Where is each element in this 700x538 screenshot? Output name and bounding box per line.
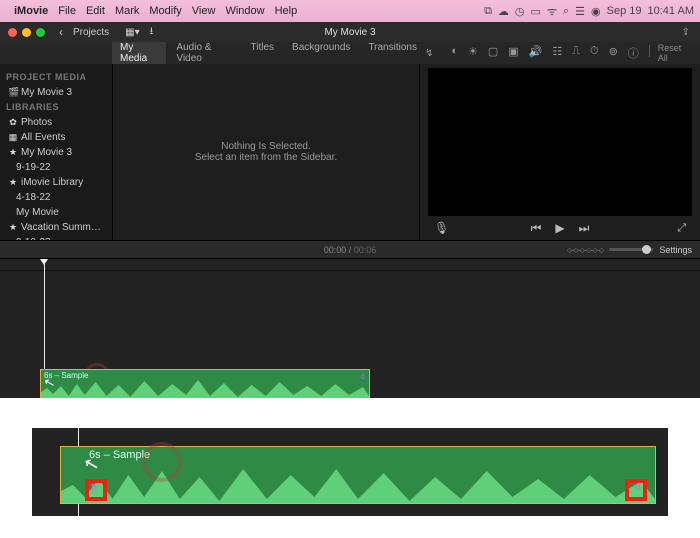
media-tabs: My Media Audio & Video Titles Background…: [112, 39, 425, 67]
menu-window[interactable]: Window: [225, 5, 264, 17]
play-button-icon[interactable]: ▶: [555, 221, 564, 235]
grid-icon: ▦: [8, 132, 18, 143]
star-icon: ★: [8, 222, 18, 233]
timecode: 00:00 / 00:06: [0, 245, 700, 255]
media-toolbar: My Media Audio & Video Titles Background…: [0, 42, 700, 64]
time-current: 00:00: [324, 245, 347, 255]
preview-panel: 🎙 ⏮ ▶ ⏭ ⤢: [420, 64, 700, 240]
sidebar-item-lib2b[interactable]: My Movie: [4, 205, 108, 220]
clock-icon[interactable]: ◷: [515, 5, 525, 18]
sync-icon[interactable]: ☁: [498, 5, 509, 18]
color-correction-icon[interactable]: ☀: [468, 45, 478, 61]
crop-icon[interactable]: ▢: [488, 45, 498, 61]
status-time[interactable]: 10:41 AM: [648, 5, 694, 17]
timeline[interactable]: 6s – Sample d ↖: [0, 258, 700, 398]
sidebar-item-project[interactable]: 🎬My Movie 3: [4, 85, 108, 100]
traffic-lights: [8, 28, 45, 37]
tab-titles[interactable]: Titles: [243, 39, 283, 67]
siri-icon[interactable]: ◉: [591, 5, 601, 18]
sidebar-item-photos[interactable]: ✿Photos: [4, 115, 108, 130]
menu-view[interactable]: View: [192, 5, 216, 17]
info-icon[interactable]: ⓘ: [628, 45, 639, 61]
library-icon[interactable]: ▦▾: [125, 27, 139, 38]
inset-right-mark: d: [635, 481, 641, 493]
zoom-icon[interactable]: [36, 28, 45, 37]
voiceover-icon[interactable]: 🎙: [434, 221, 449, 235]
equalizer-icon[interactable]: ⎍: [572, 45, 580, 61]
back-chevron-icon[interactable]: ‹: [59, 25, 63, 39]
timeline-ruler[interactable]: [0, 259, 700, 271]
time-total: 00:06: [354, 245, 377, 255]
control-center-icon[interactable]: ☰: [575, 5, 585, 18]
tab-audio-video[interactable]: Audio & Video: [168, 39, 240, 67]
menu-modify[interactable]: Modify: [149, 5, 181, 17]
imovie-window: ‹ Projects ▦▾ ⭳ My Movie 3 ⇪ My Media Au…: [0, 22, 700, 398]
speed-icon[interactable]: ⏱: [590, 45, 599, 61]
clapper-icon: 🎬: [8, 87, 18, 98]
display-icon[interactable]: ▭: [531, 5, 541, 18]
star-icon: ★: [8, 147, 18, 158]
sidebar-item-lib2[interactable]: ★iMovie Library: [4, 175, 108, 190]
stabilize-icon[interactable]: ▣: [508, 45, 518, 61]
media-browser: Nothing Is Selected. Select an item from…: [112, 64, 420, 240]
filter-icon[interactable]: ⊚: [609, 45, 618, 61]
import-icon[interactable]: ⭳: [150, 24, 154, 41]
sidebar-header-project: PROJECT MEDIA: [6, 72, 108, 82]
search-icon[interactable]: ⌕: [563, 5, 569, 18]
preview-controls: 🎙 ⏮ ▶ ⏭ ⤢: [420, 216, 700, 240]
main-panels: PROJECT MEDIA 🎬My Movie 3 LIBRARIES ✿Pho…: [0, 64, 700, 240]
waveform-icon: [41, 376, 369, 398]
adjustment-tools: ◐ ☀ ▢ ▣ 🔊 ☷ ⎍ ⏱ ⊚ ⓘ: [451, 45, 649, 61]
zoom-inset: 6s – Sample p d ↖: [0, 398, 700, 538]
sidebar-item-lib3[interactable]: ★Vacation Summer 2022: [4, 220, 108, 235]
reset-all-button[interactable]: Reset All: [658, 43, 692, 63]
menu-app[interactable]: iMovie: [14, 5, 48, 17]
window-titlebar: ‹ Projects ▦▾ ⭳ My Movie 3 ⇪: [0, 22, 700, 42]
sidebar-item-lib2a[interactable]: 4-18-22: [4, 190, 108, 205]
tab-backgrounds[interactable]: Backgrounds: [284, 39, 358, 67]
inset-click-indicator: [142, 442, 182, 482]
zoom-slider[interactable]: [609, 248, 653, 251]
sidebar-item-allevents[interactable]: ▦All Events: [4, 130, 108, 145]
library-sidebar: PROJECT MEDIA 🎬My Movie 3 LIBRARIES ✿Pho…: [0, 64, 112, 240]
menu-edit[interactable]: Edit: [86, 5, 105, 17]
menu-file[interactable]: File: [58, 5, 76, 17]
color-balance-icon[interactable]: ◐: [451, 45, 458, 61]
menu-help[interactable]: Help: [275, 5, 298, 17]
status-icons: ⧉ ☁ ◷ ▭ ᯤ ⌕ ☰ ◉ Sep 19 10:41 AM: [484, 4, 694, 19]
wifi-icon[interactable]: ᯤ: [547, 4, 557, 19]
preview-viewer[interactable]: [428, 68, 692, 216]
prev-button-icon[interactable]: ⏮: [531, 221, 542, 236]
tab-my-media[interactable]: My Media: [112, 39, 166, 67]
inset-left-mark: p: [91, 481, 97, 493]
status-date[interactable]: Sep 19: [607, 5, 642, 17]
magic-wand-icon[interactable]: ↯: [425, 48, 433, 59]
inset-frame: 6s – Sample p d ↖: [32, 428, 668, 516]
recording-icon[interactable]: ⧉: [484, 5, 492, 18]
share-icon[interactable]: ⇪: [682, 27, 690, 38]
separator: [649, 45, 650, 57]
star-icon: ★: [8, 177, 18, 188]
macos-menubar: iMovie File Edit Mark Modify View Window…: [0, 0, 700, 22]
audio-clip[interactable]: 6s – Sample d: [40, 369, 370, 399]
close-icon[interactable]: [8, 28, 17, 37]
menu-mark[interactable]: Mark: [115, 5, 139, 17]
app-menu: iMovie File Edit Mark Modify View Window…: [14, 5, 297, 17]
next-button-icon[interactable]: ⏭: [579, 221, 590, 236]
volume-icon[interactable]: 🔊: [529, 45, 543, 61]
timeline-header: 00:00 / 00:06 ○-○-○-○-○-○ Settings: [0, 240, 700, 258]
photos-icon: ✿: [8, 117, 18, 128]
noise-icon[interactable]: ☷: [552, 45, 562, 61]
browser-empty-title: Nothing Is Selected.: [221, 141, 311, 152]
sidebar-item-lib1[interactable]: ★My Movie 3: [4, 145, 108, 160]
minimize-icon[interactable]: [22, 28, 31, 37]
fullscreen-icon[interactable]: ⤢: [677, 222, 686, 235]
tab-transitions[interactable]: Transitions: [360, 39, 425, 67]
sidebar-header-libraries: LIBRARIES: [6, 102, 108, 112]
sidebar-item-lib1a[interactable]: 9-19-22: [4, 160, 108, 175]
back-projects-button[interactable]: Projects: [73, 27, 109, 38]
browser-empty-subtitle: Select an item from the Sidebar.: [195, 152, 337, 163]
